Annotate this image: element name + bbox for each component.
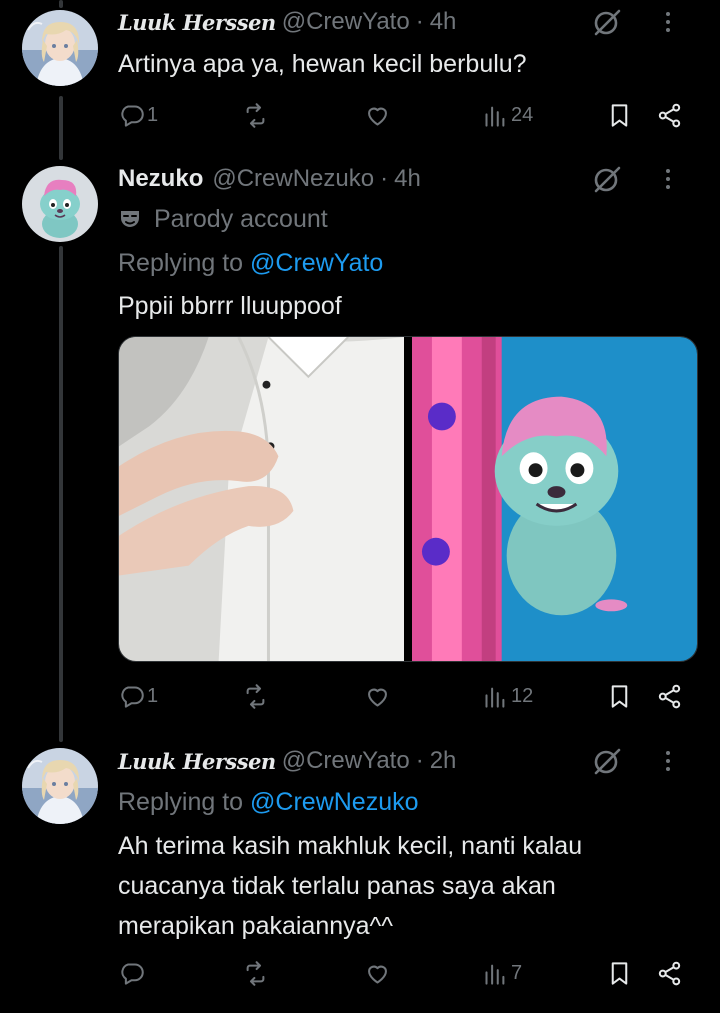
- like-button[interactable]: [364, 680, 391, 712]
- parody-mask-icon: [121, 211, 139, 227]
- retweet-button[interactable]: [242, 957, 269, 989]
- bookmark-button[interactable]: [606, 680, 633, 712]
- share-icon: [658, 103, 681, 127]
- handle[interactable]: @CrewNezuko: [212, 165, 374, 193]
- view-count: 24: [511, 103, 534, 126]
- reply-button[interactable]: 1: [118, 680, 158, 712]
- avatar[interactable]: [22, 748, 98, 824]
- action-bar: 7: [118, 957, 698, 989]
- grok-icon[interactable]: [592, 7, 622, 37]
- separator-dot: ·: [415, 8, 424, 35]
- action-bar: 1 24: [118, 99, 698, 131]
- tweet-header: Nezuko @CrewNezuko · 4h: [118, 161, 700, 197]
- bookmark-button[interactable]: [606, 957, 633, 989]
- tweet-text: Pppii bbrrr lluuppoof: [118, 292, 342, 320]
- replying-to: Replying to @CrewYato: [118, 245, 383, 281]
- heart-icon: [368, 965, 387, 984]
- parody-text: Parody account: [154, 205, 328, 233]
- bookmark-icon: [611, 961, 628, 985]
- parody-label: Parody account: [118, 201, 328, 237]
- reply-count: 1: [147, 684, 159, 707]
- retweet-button[interactable]: [242, 680, 269, 712]
- views-button[interactable]: 12: [482, 680, 533, 712]
- share-button[interactable]: [656, 680, 683, 712]
- avatar[interactable]: [22, 166, 98, 242]
- separator-dot: ·: [415, 747, 424, 774]
- media-image-shirt[interactable]: [119, 337, 404, 661]
- retweet-icon: [246, 683, 265, 709]
- views-icon: [485, 687, 505, 708]
- bookmark-icon: [611, 103, 628, 127]
- media-grid[interactable]: [118, 336, 698, 662]
- thread-line: [59, 0, 63, 8]
- tweet-text: Artinya apa ya, hewan kecil berbulu?: [118, 50, 527, 78]
- more-icon[interactable]: [660, 745, 676, 777]
- views-button[interactable]: 24: [482, 99, 533, 131]
- views-icon: [485, 106, 505, 127]
- handle[interactable]: @CrewYato: [282, 8, 410, 36]
- timestamp[interactable]: 2h: [430, 747, 457, 775]
- tweet-text-line: merapikan pakaiannya^^: [118, 912, 394, 940]
- more-icon[interactable]: [660, 6, 676, 38]
- display-name[interactable]: Luuk Herssen: [118, 749, 276, 774]
- reply-count: 1: [147, 103, 159, 126]
- display-name[interactable]: Nezuko: [118, 165, 203, 193]
- tweet-header: Luuk Herssen @CrewYato · 2h: [118, 743, 700, 779]
- grok-icon[interactable]: [592, 164, 622, 194]
- like-button[interactable]: [364, 957, 391, 989]
- heart-icon: [368, 107, 387, 126]
- bookmark-icon: [611, 684, 628, 708]
- heart-icon: [368, 688, 387, 707]
- tweet-text-line: Ah terima kasih makhluk kecil, nanti kal…: [118, 832, 583, 860]
- view-count: 7: [511, 961, 523, 984]
- avatar[interactable]: [22, 10, 98, 86]
- share-button[interactable]: [656, 99, 683, 131]
- grok-icon[interactable]: [592, 746, 622, 776]
- replying-mention[interactable]: @CrewYato: [250, 245, 383, 281]
- more-icon[interactable]: [660, 163, 676, 195]
- handle[interactable]: @CrewYato: [282, 747, 410, 775]
- views-button[interactable]: 7: [482, 957, 522, 989]
- share-icon: [658, 684, 681, 708]
- thread-line: [59, 96, 63, 160]
- replying-to: Replying to @CrewNezuko: [118, 784, 419, 820]
- replying-prefix: Replying to: [118, 788, 244, 816]
- timestamp[interactable]: 4h: [394, 165, 421, 193]
- reply-icon: [121, 104, 144, 127]
- separator-dot: ·: [380, 165, 389, 192]
- retweet-icon: [246, 102, 265, 128]
- replying-prefix: Replying to: [118, 249, 244, 277]
- display-name[interactable]: Luuk Herssen: [118, 10, 276, 35]
- views-icon: [485, 964, 505, 985]
- bookmark-button[interactable]: [606, 99, 633, 131]
- tweet-header: Luuk Herssen @CrewYato · 4h: [118, 4, 700, 40]
- retweet-icon: [246, 960, 265, 986]
- like-button[interactable]: [364, 99, 391, 131]
- view-count: 12: [511, 684, 534, 707]
- share-button[interactable]: [656, 957, 683, 989]
- action-bar: 1 12: [118, 680, 698, 712]
- tweet-text-line: cuacanya tidak terlalu panas saya akan: [118, 872, 556, 900]
- reply-button[interactable]: 1: [118, 99, 158, 131]
- reply-button[interactable]: [118, 957, 147, 989]
- replying-mention[interactable]: @CrewNezuko: [250, 784, 418, 820]
- media-image-creature[interactable]: [412, 337, 697, 661]
- thread-line: [59, 246, 63, 742]
- share-icon: [658, 961, 681, 985]
- reply-icon: [121, 685, 144, 708]
- reply-icon: [121, 962, 144, 985]
- retweet-button[interactable]: [242, 99, 269, 131]
- timestamp[interactable]: 4h: [430, 8, 457, 36]
